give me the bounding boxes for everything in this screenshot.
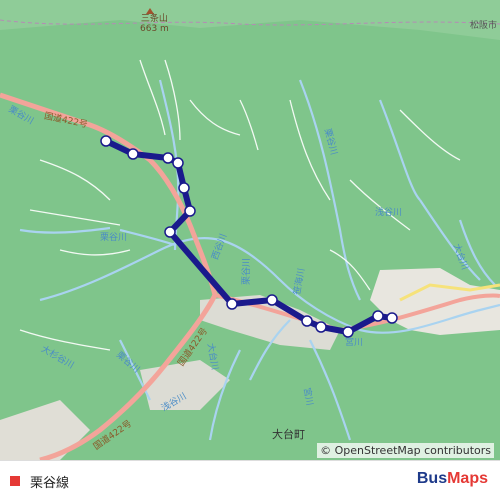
city-label: 松阪市	[470, 21, 498, 31]
bus-stop[interactable]	[372, 310, 384, 322]
bus-stop[interactable]	[301, 315, 313, 327]
river-label: 栗谷川	[100, 233, 128, 243]
bus-stop[interactable]	[266, 294, 278, 306]
bus-stop[interactable]	[226, 298, 238, 310]
route-legend: 栗谷線 BusMaps	[0, 460, 500, 501]
brand-part2: Maps	[447, 470, 488, 487]
bus-stop[interactable]	[172, 157, 184, 169]
map-canvas	[0, 0, 500, 460]
map-attribution[interactable]: © OpenStreetMap contributors	[317, 443, 494, 458]
brand-logo[interactable]: BusMaps	[417, 470, 488, 488]
peak-elevation: 663 m	[140, 24, 169, 34]
brand-part1: Bus	[416, 470, 448, 487]
bus-stop[interactable]	[100, 135, 112, 147]
bus-stop[interactable]	[184, 205, 196, 217]
route-color-swatch	[10, 476, 20, 486]
river-label: 宮川	[345, 338, 364, 348]
river-label: 栗谷川	[242, 257, 253, 286]
forest-area	[0, 0, 500, 460]
bus-stop[interactable]	[164, 226, 176, 238]
bus-stop[interactable]	[162, 152, 174, 164]
peak-name: 三条山	[140, 14, 168, 24]
bus-stop[interactable]	[178, 182, 190, 194]
peak-label: 三条山 663 m	[140, 14, 169, 34]
river-label: 浅谷川	[375, 208, 403, 218]
map-view[interactable]: 三条山 663 m 松阪市 国道422号 国道422号 国道422号 栗谷川 栗…	[0, 0, 500, 460]
bus-stop[interactable]	[386, 312, 398, 324]
town-label: 大台町	[272, 428, 305, 441]
bus-stop[interactable]	[315, 321, 327, 333]
route-name: 栗谷線	[30, 476, 70, 491]
bus-stop[interactable]	[127, 148, 139, 160]
